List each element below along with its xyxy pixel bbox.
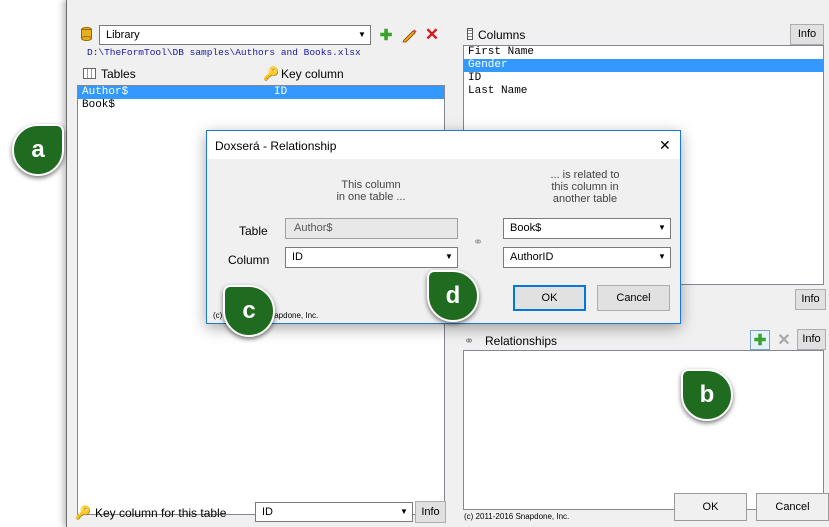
list-item[interactable]: Last Name	[464, 85, 823, 98]
callout-b-label: b	[699, 381, 715, 408]
column-label: Column	[228, 253, 270, 267]
key-column-label: Key column for this table	[95, 506, 227, 520]
dialog-ok-button[interactable]: OK	[513, 285, 586, 311]
column-info-button[interactable]: Info	[795, 289, 826, 310]
related-table-value: Book$	[510, 222, 542, 234]
key-column-value: ID	[262, 506, 273, 518]
table-label: Table	[239, 224, 268, 238]
pencil-icon	[402, 29, 417, 43]
list-item[interactable]: ID	[464, 72, 823, 85]
ok-button[interactable]: OK	[674, 493, 747, 521]
columns-header: Columns	[478, 28, 526, 42]
callout-c: c	[223, 285, 275, 337]
related-table-select[interactable]: Book$ ▼	[503, 218, 671, 239]
callout-d-label: d	[445, 282, 461, 309]
tables-header: Tables	[101, 67, 136, 81]
library-select-value: Library	[106, 29, 140, 41]
related-column-select[interactable]: AuthorID ▼	[503, 247, 671, 268]
left-heading: This column in one table ...	[336, 179, 406, 203]
table-key: ID	[274, 86, 288, 98]
related-column-value: AuthorID	[510, 251, 554, 263]
key-column-header: Key column	[281, 67, 344, 81]
key-info-button[interactable]: Info	[415, 501, 446, 523]
dialog-title: Doxserá - Relationship	[215, 139, 337, 153]
key-icon: 🔑	[75, 505, 92, 520]
delete-library-button[interactable]: ✕	[422, 25, 442, 45]
cancel-button[interactable]: Cancel	[756, 493, 829, 521]
table-field-value: Author$	[294, 222, 333, 234]
table-grid-icon	[83, 68, 96, 79]
list-item[interactable]: Gender	[464, 59, 823, 72]
chevron-down-icon[interactable]: ▼	[354, 26, 370, 44]
callout-b: b	[681, 369, 733, 421]
library-path[interactable]: D:\TheFormTool\DB samples\Authors and Bo…	[87, 47, 361, 58]
table-field: Author$	[285, 218, 458, 239]
key-column-select[interactable]: ID ▼	[255, 502, 413, 522]
key-icon: 🔑	[263, 66, 280, 81]
link-icon: ⚭	[464, 334, 475, 348]
relationships-header: Relationships	[485, 334, 558, 348]
dialog-cancel-button[interactable]: Cancel	[597, 285, 670, 311]
column-select-value: ID	[292, 251, 303, 263]
chevron-down-icon[interactable]: ▼	[396, 503, 412, 521]
callout-c-label: c	[242, 297, 256, 324]
columns-icon	[467, 28, 473, 40]
add-library-button[interactable]: ✚	[376, 25, 396, 45]
relationships-list[interactable]	[463, 350, 824, 510]
link-icon: ⚭	[473, 235, 484, 249]
columns-info-button[interactable]: Info	[790, 24, 824, 45]
library-select[interactable]: Library ▼	[99, 25, 371, 45]
chevron-down-icon[interactable]: ▼	[654, 219, 670, 237]
column-select[interactable]: ID ▼	[285, 247, 458, 268]
copyright: (c) 2011-2016 Snapdone, Inc.	[464, 512, 570, 521]
edit-library-button[interactable]	[399, 25, 419, 45]
relationships-info-button[interactable]: Info	[797, 329, 826, 350]
table-row[interactable]: Author$ ID	[78, 86, 444, 99]
chevron-down-icon[interactable]: ▼	[654, 248, 670, 266]
database-icon	[81, 27, 92, 41]
callout-d: d	[427, 270, 479, 322]
right-heading: ... is related to this column in another…	[550, 169, 620, 205]
list-item[interactable]: First Name	[464, 46, 823, 59]
callout-a: a	[12, 124, 64, 176]
delete-relationship-button[interactable]: ✕	[774, 330, 794, 350]
add-relationship-button[interactable]: ✚	[750, 330, 770, 350]
table-name: Book$	[82, 99, 116, 111]
callout-a-label: a	[31, 136, 45, 163]
dialog-close-button[interactable]: ✕	[659, 137, 671, 154]
chevron-down-icon[interactable]: ▼	[441, 248, 457, 266]
table-name: Author$	[82, 86, 129, 98]
table-row[interactable]: Book$	[78, 99, 444, 112]
